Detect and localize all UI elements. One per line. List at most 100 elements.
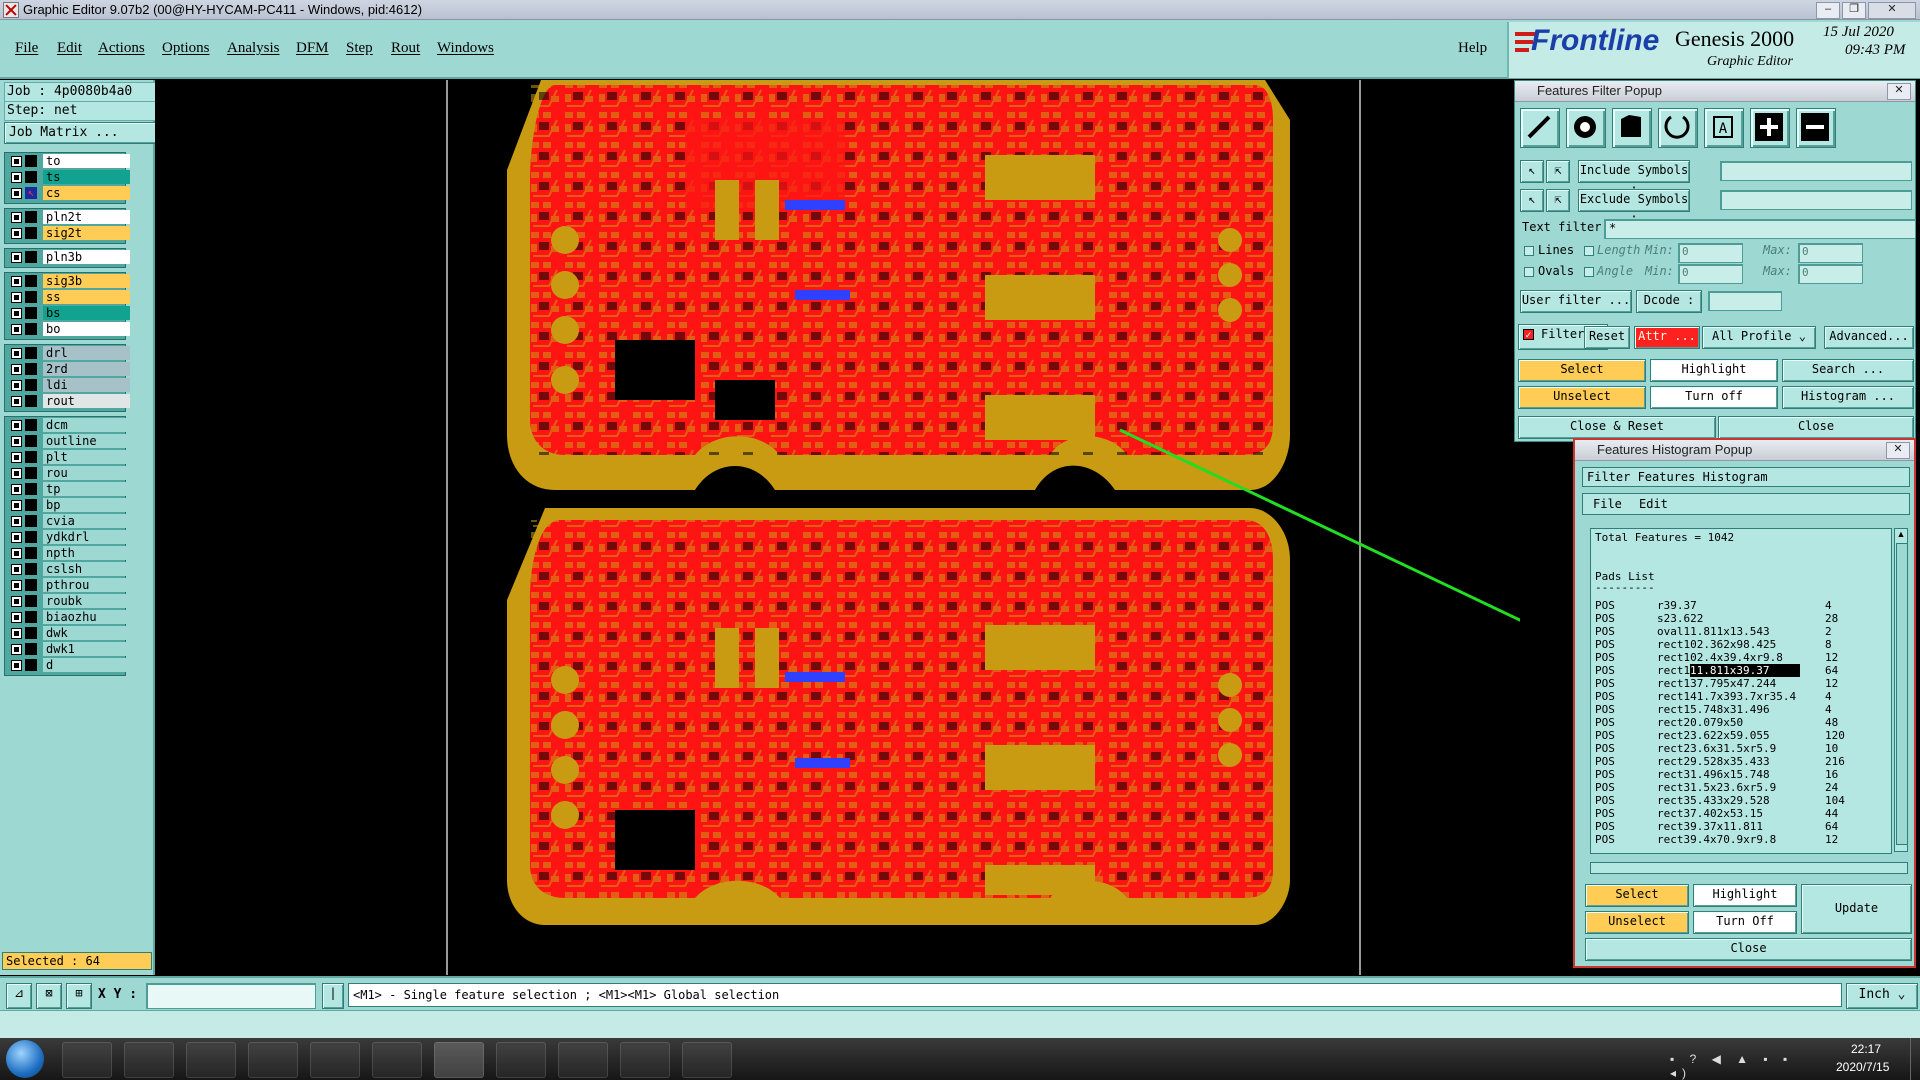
taskbar-app-green-icon[interactable]: [310, 1042, 360, 1078]
scroll-up-icon[interactable]: ▲: [1896, 529, 1906, 541]
filter-unselect-button[interactable]: Unselect: [1518, 386, 1646, 409]
taskbar-excel-icon[interactable]: [496, 1042, 546, 1078]
layer-checkbox[interactable]: [11, 348, 22, 359]
xy-coordinate-input[interactable]: [146, 983, 316, 1009]
histogram-button[interactable]: Histogram ...: [1782, 386, 1914, 409]
layer-row[interactable]: 2rd: [5, 362, 130, 377]
histogram-close-button[interactable]: Close: [1585, 938, 1912, 961]
include-pick-all-icon[interactable]: ⇱: [1546, 160, 1570, 183]
layer-checkbox[interactable]: [11, 252, 22, 263]
include-symbols-button[interactable]: Include Symbols :: [1578, 160, 1690, 196]
arc-tool-button[interactable]: [1658, 108, 1698, 148]
surface-tool-button[interactable]: [1612, 108, 1652, 148]
line-tool-button[interactable]: [1520, 108, 1560, 148]
exclude-pick-all-icon[interactable]: ⇱: [1546, 189, 1570, 212]
menu-file[interactable]: File: [15, 40, 38, 57]
histogram-popup-close-icon[interactable]: ✕: [1886, 442, 1910, 459]
layer-row[interactable]: rout: [5, 394, 130, 409]
attr-button[interactable]: Attr ...: [1634, 326, 1700, 349]
layer-checkbox[interactable]: [11, 452, 22, 463]
grid-icon[interactable]: ⊞: [66, 983, 92, 1009]
layer-row[interactable]: npth: [5, 546, 130, 561]
histogram-turn-off-button[interactable]: Turn Off: [1693, 911, 1797, 934]
layer-checkbox[interactable]: [11, 564, 22, 575]
layer-checkbox[interactable]: [11, 468, 22, 479]
measure-icon[interactable]: ⊠: [36, 983, 62, 1009]
include-pick-icon[interactable]: ↖: [1520, 160, 1544, 183]
filter-highlight-button[interactable]: Highlight: [1650, 359, 1778, 382]
system-tray-icons[interactable]: ▪ ? ◀ ▲ ▪ ▪ ◂): [1670, 1052, 1820, 1080]
restore-button[interactable]: ❐: [1842, 2, 1866, 19]
taskbar-app-red-icon[interactable]: [186, 1042, 236, 1078]
filter-popup-close-icon[interactable]: ✕: [1887, 83, 1911, 100]
layer-row[interactable]: d: [5, 658, 130, 673]
taskbar-eye2-icon[interactable]: [558, 1042, 608, 1078]
exclude-pick-icon[interactable]: ↖: [1520, 189, 1544, 212]
snap-icon[interactable]: ⊿: [6, 983, 32, 1009]
layer-row[interactable]: tp: [5, 482, 130, 497]
close-window-button[interactable]: ✕: [1868, 2, 1916, 19]
layer-checkbox[interactable]: [11, 580, 22, 591]
layer-row[interactable]: rou: [5, 466, 130, 481]
taskbar-genesis-icon[interactable]: [434, 1042, 484, 1078]
histogram-menu-file[interactable]: File: [1593, 497, 1622, 511]
layer-row[interactable]: pln3b: [5, 250, 130, 265]
length-checkbox[interactable]: [1584, 246, 1594, 256]
layer-checkbox[interactable]: [11, 644, 22, 655]
exclude-symbols-input[interactable]: [1720, 190, 1912, 210]
layer-checkbox[interactable]: [11, 228, 22, 239]
angle-min-input[interactable]: 0: [1678, 264, 1743, 284]
histogram-list[interactable]: Total Features = 1042 Pads List --------…: [1590, 528, 1892, 854]
text-filter-input[interactable]: *: [1604, 219, 1916, 239]
start-button-icon[interactable]: [6, 1040, 44, 1078]
advanced-button[interactable]: Advanced...: [1824, 326, 1914, 349]
layer-checkbox[interactable]: [11, 612, 22, 623]
layer-checkbox[interactable]: [11, 276, 22, 287]
exclude-symbols-button[interactable]: Exclude Symbols :: [1578, 189, 1690, 225]
menu-options[interactable]: Options: [162, 40, 210, 57]
negative-polarity-button[interactable]: [1796, 108, 1836, 148]
histogram-scrollbar[interactable]: ▲: [1894, 528, 1908, 852]
pad-tool-button[interactable]: [1566, 108, 1606, 148]
menu-rout[interactable]: Rout: [391, 40, 420, 57]
layer-checkbox[interactable]: [11, 420, 22, 431]
layer-checkbox[interactable]: [11, 660, 22, 671]
layer-row[interactable]: to: [5, 154, 130, 169]
menu-actions[interactable]: Actions: [98, 40, 145, 57]
filter-turn-off-button[interactable]: Turn off: [1650, 386, 1778, 409]
dcode-button[interactable]: Dcode :: [1636, 290, 1702, 313]
layer-row[interactable]: ldi: [5, 378, 130, 393]
menu-step[interactable]: Step: [346, 40, 373, 57]
job-matrix-button[interactable]: Job Matrix ...: [4, 122, 158, 144]
layer-checkbox[interactable]: [11, 324, 22, 335]
layer-row[interactable]: pthrou: [5, 578, 130, 593]
length-min-input[interactable]: 0: [1678, 243, 1743, 263]
taskbar-calculator-icon[interactable]: [620, 1042, 670, 1078]
layer-row[interactable]: roubk: [5, 594, 130, 609]
layer-checkbox[interactable]: [11, 188, 22, 199]
layer-checkbox[interactable]: [11, 172, 22, 183]
units-dropdown[interactable]: Inch ⌄: [1846, 983, 1918, 1009]
layer-checkbox[interactable]: [11, 548, 22, 559]
length-max-input[interactable]: 0: [1798, 243, 1863, 263]
layer-checkbox[interactable]: [11, 436, 22, 447]
dcode-input[interactable]: [1708, 291, 1782, 311]
layer-row[interactable]: bs: [5, 306, 130, 321]
taskbar-shell-icon[interactable]: [62, 1042, 112, 1078]
menu-dfm[interactable]: DFM: [296, 40, 329, 57]
layer-checkbox[interactable]: [11, 516, 22, 527]
layer-row[interactable]: sig3b: [5, 274, 130, 289]
layer-checkbox[interactable]: [11, 308, 22, 319]
filter-close-button[interactable]: Close: [1718, 416, 1914, 439]
layer-checkbox[interactable]: [11, 212, 22, 223]
angle-max-input[interactable]: 0: [1798, 264, 1863, 284]
layer-row[interactable]: ss: [5, 290, 130, 305]
histogram-select-button[interactable]: Select: [1585, 884, 1689, 907]
layer-row[interactable]: biaozhu: [5, 610, 130, 625]
menu-help[interactable]: Help: [1458, 40, 1487, 57]
histogram-menu-edit[interactable]: Edit: [1639, 497, 1668, 511]
update-button[interactable]: Update: [1801, 884, 1912, 934]
layer-row[interactable]: cslsh: [5, 562, 130, 577]
layer-checkbox[interactable]: [11, 628, 22, 639]
layer-row[interactable]: drl: [5, 346, 130, 361]
